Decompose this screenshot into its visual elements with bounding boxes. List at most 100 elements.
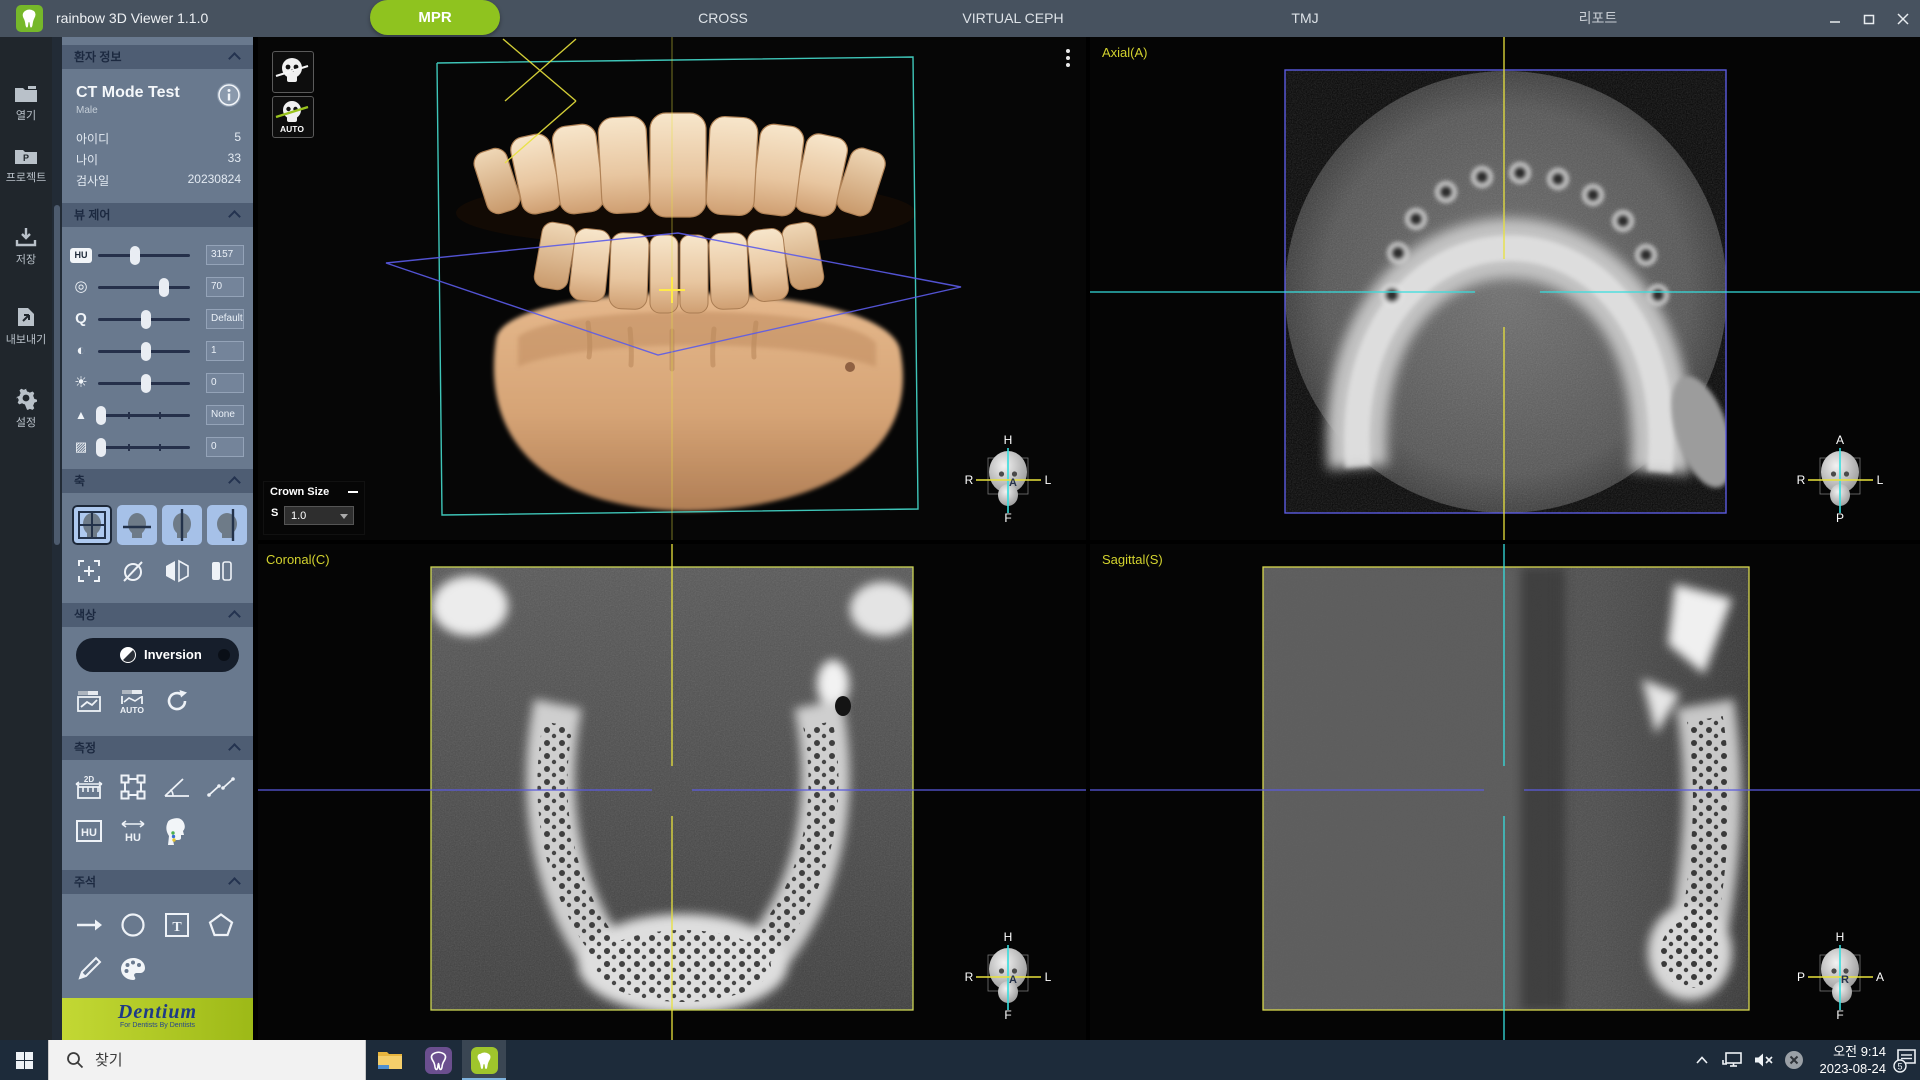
color-header[interactable]: 색상 bbox=[62, 603, 253, 627]
svg-text:L: L bbox=[1877, 473, 1884, 487]
auto-histogram-button[interactable]: AUTO bbox=[116, 685, 150, 717]
annotation-arrow-button[interactable] bbox=[72, 909, 106, 941]
brightness-slider-thumb[interactable] bbox=[141, 374, 151, 393]
svg-text:R: R bbox=[965, 473, 974, 487]
annotation-header[interactable]: 주석 bbox=[62, 870, 253, 894]
tab-tmj[interactable]: TMJ bbox=[1255, 0, 1355, 37]
patient-info-icon[interactable] bbox=[217, 83, 241, 107]
tray-chevron-up[interactable] bbox=[1688, 1040, 1716, 1080]
tab-mpr[interactable]: MPR bbox=[370, 0, 500, 35]
grain-slider[interactable] bbox=[98, 446, 190, 449]
annotation-palette-button[interactable] bbox=[116, 953, 150, 985]
view-3d[interactable]: AUTO Crown Size S 1.0 bbox=[258, 37, 1086, 540]
windows-logo-icon bbox=[16, 1052, 33, 1069]
tray-volume-muted-button[interactable] bbox=[1750, 1040, 1778, 1080]
measure-line-angle-button[interactable] bbox=[204, 771, 238, 803]
rail-open-button[interactable]: 열기 bbox=[0, 85, 52, 123]
rail-project-button[interactable]: P 프로젝트 bbox=[0, 147, 52, 185]
svg-text:A: A bbox=[1836, 433, 1844, 447]
start-button[interactable] bbox=[0, 1040, 48, 1080]
measure-angle-button[interactable] bbox=[160, 771, 194, 803]
inversion-toggle-knob bbox=[218, 649, 230, 661]
measure-hu-button[interactable]: HU bbox=[72, 815, 106, 847]
tab-cross[interactable]: CROSS bbox=[673, 0, 773, 37]
axis-sagittal-button[interactable] bbox=[162, 505, 202, 545]
grain-value-field[interactable]: 0 bbox=[206, 437, 244, 457]
app-title: rainbow 3D Viewer 1.1.0 bbox=[56, 10, 208, 26]
annotation-circle-button[interactable] bbox=[116, 909, 150, 941]
annotation-text-button[interactable]: T bbox=[160, 909, 194, 941]
flip-button[interactable] bbox=[160, 555, 194, 587]
taskbar-explorer-button[interactable] bbox=[368, 1040, 412, 1080]
rail-settings-button[interactable]: 설정 bbox=[0, 386, 52, 430]
reset-view-button[interactable] bbox=[72, 555, 106, 587]
axis-axial-button[interactable] bbox=[117, 505, 157, 545]
save-icon bbox=[15, 227, 37, 247]
view-sagittal[interactable]: Sagittal(S) H F P A R bbox=[1090, 544, 1920, 1040]
view-control-header[interactable]: 뷰 제어 bbox=[62, 203, 253, 227]
maximize-button[interactable] bbox=[1852, 0, 1886, 37]
hide-crosshair-button[interactable] bbox=[116, 555, 150, 587]
axis-coronal-button[interactable] bbox=[207, 505, 247, 545]
rail-export-button[interactable]: 내보내기 bbox=[0, 307, 52, 347]
tab-virtual-ceph[interactable]: VIRTUAL CEPH bbox=[938, 0, 1088, 37]
file-explorer-icon bbox=[377, 1049, 403, 1071]
contrast-slider-thumb[interactable] bbox=[141, 342, 151, 361]
rail-save-button[interactable]: 저장 bbox=[0, 227, 52, 267]
view-3d-menu-button[interactable] bbox=[1066, 49, 1070, 70]
measure-2d-length-button[interactable]: 2D bbox=[72, 771, 106, 803]
view-axial[interactable]: Axial(A) A P R L bbox=[1090, 37, 1920, 540]
close-button[interactable] bbox=[1886, 0, 1920, 37]
view-coronal[interactable]: Coronal(C) H F R L A bbox=[258, 544, 1086, 1040]
sharpness-value-field[interactable]: None bbox=[206, 405, 244, 425]
four-point-angle-icon bbox=[207, 775, 235, 799]
annotation-pen-button[interactable] bbox=[72, 953, 106, 985]
reset-color-button[interactable] bbox=[160, 685, 194, 717]
tray-notification-button[interactable]: 5 bbox=[1890, 1040, 1920, 1080]
chevron-up-icon bbox=[228, 610, 241, 623]
taskbar-clock[interactable]: 오전 9:14 2023-08-24 bbox=[1798, 1043, 1886, 1077]
sharpness-slider-thumb[interactable] bbox=[96, 406, 106, 425]
minimize-panel-button[interactable] bbox=[348, 491, 358, 493]
inversion-toggle[interactable]: Inversion bbox=[76, 638, 239, 672]
brightness-slider[interactable] bbox=[98, 382, 190, 385]
taskbar-purple-app-button[interactable] bbox=[416, 1040, 460, 1080]
tray-network-button[interactable] bbox=[1718, 1040, 1748, 1080]
inversion-icon bbox=[120, 647, 136, 663]
brightness-value-field[interactable]: 0 bbox=[206, 373, 244, 393]
opacity-slider[interactable] bbox=[98, 286, 190, 289]
taskbar-rainbow-viewer-button[interactable] bbox=[462, 1040, 506, 1080]
hu-value-field[interactable]: 3157 bbox=[206, 245, 244, 265]
grain-slider-thumb[interactable] bbox=[96, 438, 106, 457]
crown-size-select[interactable]: 1.0 bbox=[284, 506, 354, 525]
tab-report[interactable]: 리포트 bbox=[1548, 0, 1648, 37]
annotation-polygon-button[interactable] bbox=[204, 909, 238, 941]
opacity-slider-thumb[interactable] bbox=[159, 278, 169, 297]
skull-auto-clip-button[interactable]: AUTO bbox=[272, 96, 314, 138]
crown-s-label: S bbox=[271, 507, 278, 519]
sharpness-slider[interactable] bbox=[98, 414, 190, 417]
quality-slider-thumb[interactable] bbox=[141, 310, 151, 329]
opacity-value-field[interactable]: 70 bbox=[206, 277, 244, 297]
pen-icon bbox=[76, 956, 102, 982]
axis-mpr-button[interactable] bbox=[72, 505, 112, 545]
measure-hu-profile-button[interactable]: HU bbox=[116, 815, 150, 847]
hu-slider-thumb[interactable] bbox=[130, 246, 140, 265]
measure-area-button[interactable] bbox=[116, 771, 150, 803]
hu-slider[interactable] bbox=[98, 254, 190, 257]
contrast-slider[interactable] bbox=[98, 350, 190, 353]
patient-info-header[interactable]: 환자 정보 bbox=[62, 45, 253, 69]
sidebar-scrollbar-thumb[interactable] bbox=[54, 205, 60, 545]
quality-value-field[interactable]: Default bbox=[206, 309, 244, 329]
minimize-button[interactable] bbox=[1818, 0, 1852, 37]
contrast-value-field[interactable]: 1 bbox=[206, 341, 244, 361]
skull-clip-button[interactable] bbox=[272, 51, 314, 93]
layout-button[interactable] bbox=[204, 555, 238, 587]
flip-icon bbox=[165, 559, 189, 583]
measure-airway-button[interactable] bbox=[160, 815, 194, 847]
quality-slider[interactable] bbox=[98, 318, 190, 321]
measure-header[interactable]: 측정 bbox=[62, 736, 253, 760]
axis-header[interactable]: 축 bbox=[62, 469, 253, 493]
histogram-button[interactable] bbox=[72, 685, 106, 717]
search-input[interactable] bbox=[93, 1040, 357, 1080]
